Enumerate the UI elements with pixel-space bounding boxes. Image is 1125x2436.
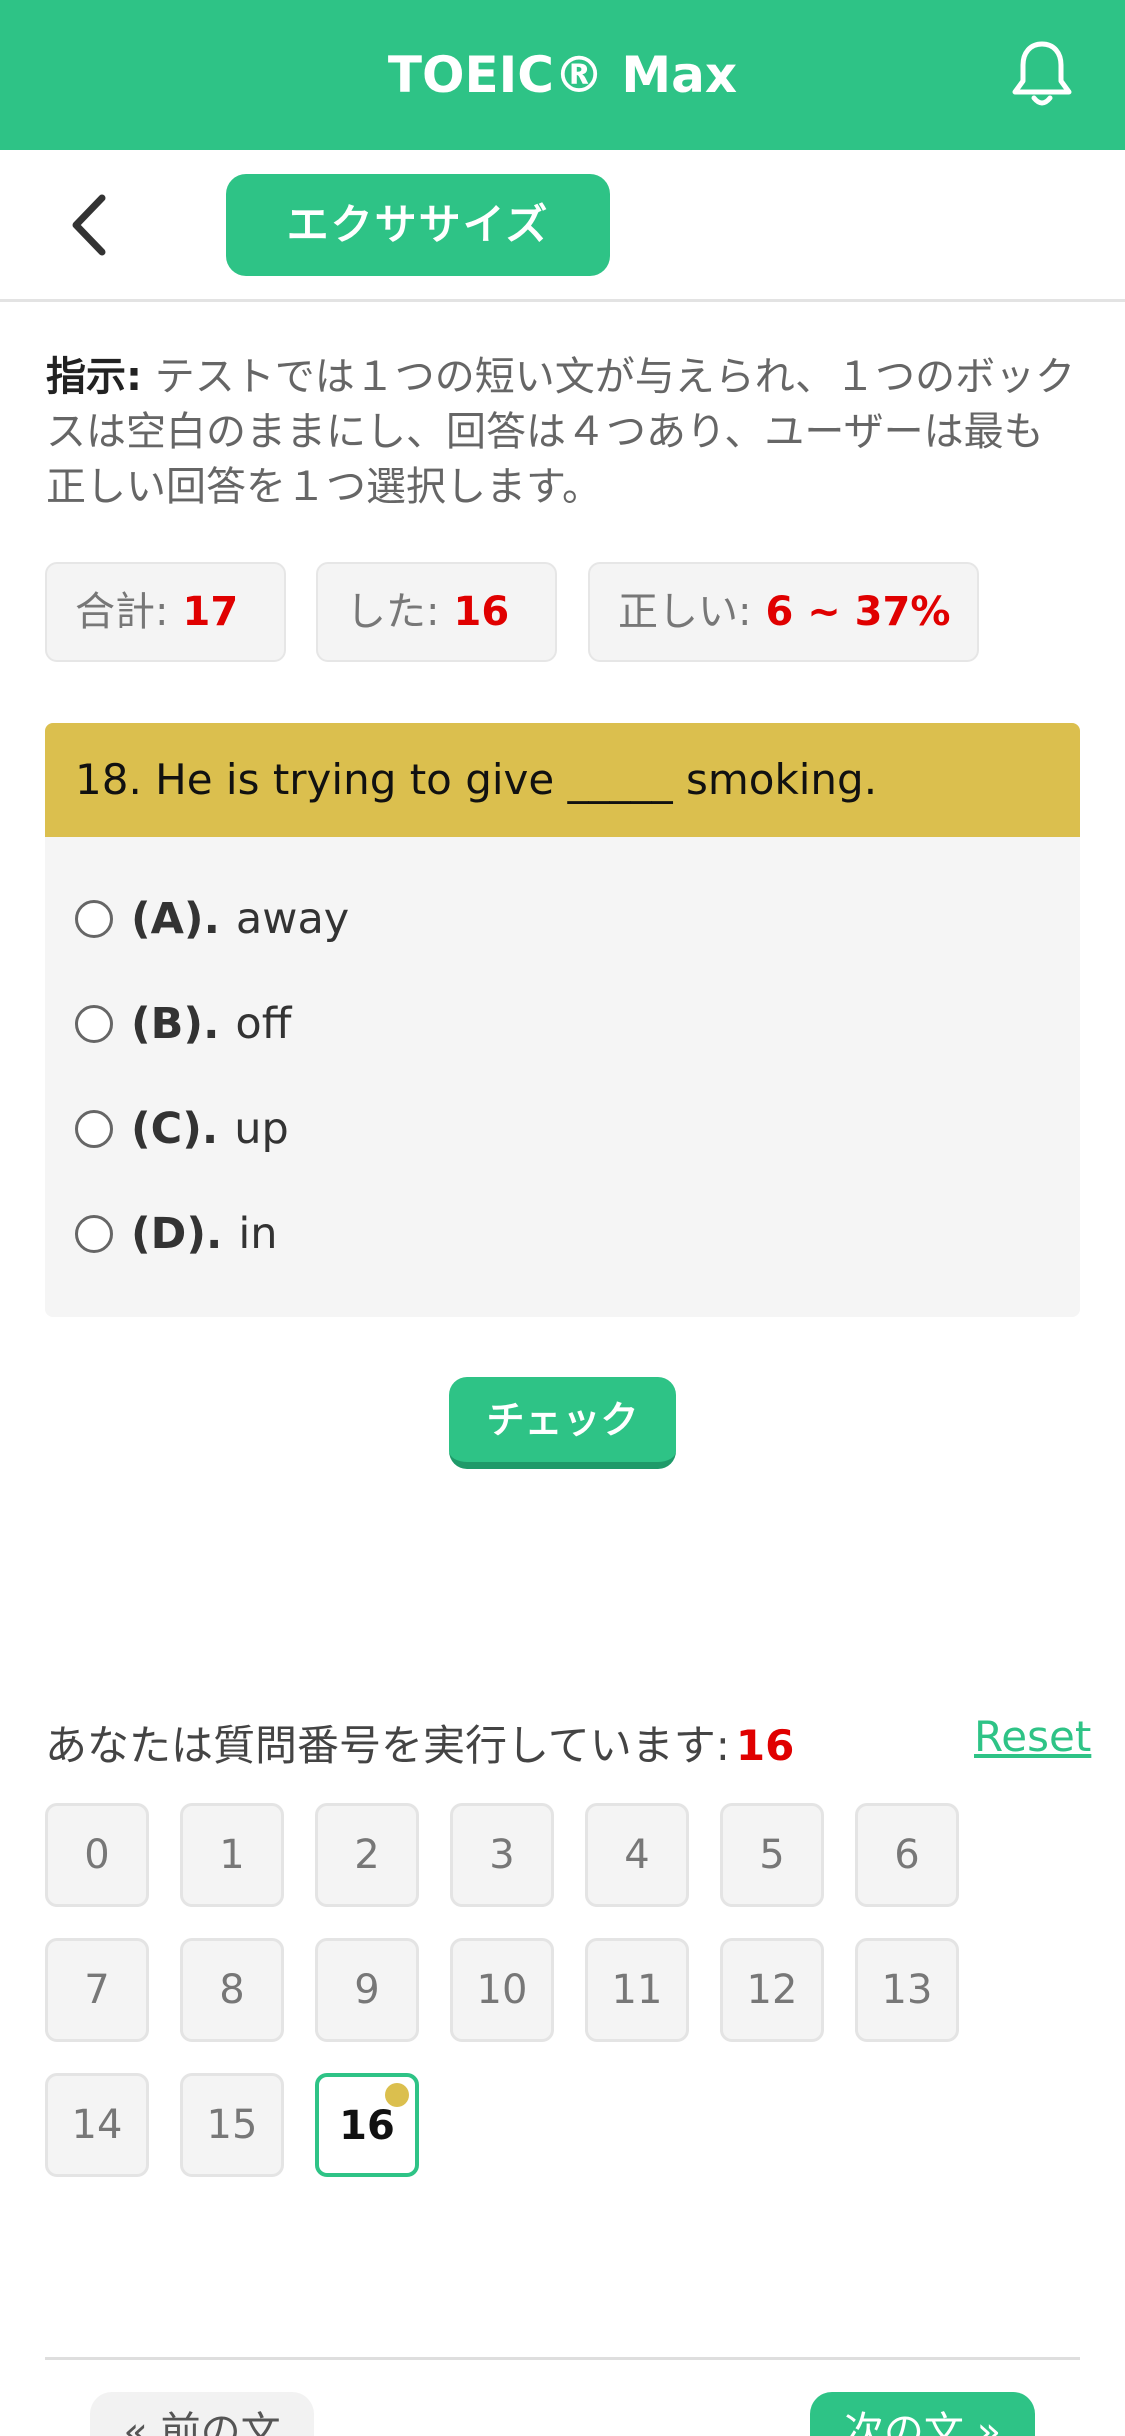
stat-total-value: 17 — [182, 589, 239, 635]
question-number-button[interactable]: 13 — [855, 1938, 959, 2042]
stat-correct-label: 正しい: — [618, 589, 752, 635]
option-letter: (A). — [131, 894, 220, 944]
bell-icon[interactable] — [1004, 36, 1080, 112]
instructions-label: 指示: — [46, 354, 142, 400]
option-letter: (B). — [131, 999, 220, 1049]
question-number-button[interactable]: 4 — [585, 1803, 689, 1907]
question-number-button[interactable]: 15 — [180, 2073, 284, 2177]
option-d[interactable]: (D). in — [75, 1204, 278, 1264]
question-number-button[interactable]: 5 — [720, 1803, 824, 1907]
sub-navigation: エクササイズ — [0, 150, 1125, 302]
instructions-text: テストでは１つの短い文が与えられ、１つのボックスは空白のままにし、回答は４つあり… — [46, 354, 1076, 510]
radio-button[interactable] — [75, 1110, 113, 1148]
question-number-button[interactable]: 12 — [720, 1938, 824, 2042]
progress-label: あなたは質問番号を実行しています: — [45, 1721, 730, 1770]
radio-button[interactable] — [75, 1215, 113, 1253]
stat-done-label: した: — [346, 589, 440, 635]
tab-exercise[interactable]: エクササイズ — [226, 174, 610, 276]
question-number-button[interactable]: 8 — [180, 1938, 284, 2042]
option-text: off — [235, 999, 292, 1049]
stat-correct: 正しい: 6 ~ 37% — [588, 562, 979, 662]
option-b[interactable]: (B). off — [75, 994, 291, 1054]
stat-total-label: 合計: — [75, 589, 169, 635]
radio-button[interactable] — [75, 1005, 113, 1043]
check-button[interactable]: チェック — [449, 1377, 676, 1469]
stat-done: した: 16 — [316, 562, 557, 662]
option-letter: (C). — [131, 1104, 219, 1154]
chevron-left-icon[interactable] — [62, 190, 122, 260]
option-text: up — [234, 1104, 289, 1154]
question-number-button-current[interactable]: 16 — [315, 2073, 419, 2177]
option-a[interactable]: (A). away — [75, 889, 349, 949]
question-number-button[interactable]: 6 — [855, 1803, 959, 1907]
app-title: TOEIC® Max — [387, 46, 738, 104]
question-number-button[interactable]: 1 — [180, 1803, 284, 1907]
previous-sentence-button[interactable]: « 前の文 — [90, 2392, 314, 2436]
divider — [45, 2357, 1080, 2360]
question-number-button[interactable]: 9 — [315, 1938, 419, 2042]
stat-total: 合計: 17 — [45, 562, 286, 662]
stat-correct-value: 6 ~ 37% — [765, 589, 951, 635]
option-letter: (D). — [131, 1209, 223, 1259]
option-c[interactable]: (C). up — [75, 1099, 289, 1159]
question-number-button[interactable]: 2 — [315, 1803, 419, 1907]
current-marker-dot — [385, 2083, 409, 2107]
question-number-label: 16 — [339, 2103, 395, 2149]
option-text: away — [235, 894, 350, 944]
question-card: 18. He is trying to give _____ smoking. … — [45, 723, 1080, 1317]
instructions: 指示: テストでは１つの短い文が与えられ、１つのボックスは空白のままにし、回答は… — [46, 350, 1076, 515]
question-number-button[interactable]: 3 — [450, 1803, 554, 1907]
question-number-button[interactable]: 14 — [45, 2073, 149, 2177]
question-number-button[interactable]: 10 — [450, 1938, 554, 2042]
reset-link[interactable]: Reset — [974, 1712, 1091, 1761]
stat-done-value: 16 — [453, 589, 510, 635]
app-header: TOEIC® Max — [0, 0, 1125, 150]
option-text: in — [238, 1209, 278, 1259]
radio-button[interactable] — [75, 900, 113, 938]
progress-indicator: あなたは質問番号を実行しています: 16 — [45, 1712, 794, 1773]
question-number-button[interactable]: 0 — [45, 1803, 149, 1907]
next-sentence-button[interactable]: 次の文 » — [810, 2392, 1035, 2436]
progress-current: 16 — [735, 1721, 795, 1770]
question-number-button[interactable]: 7 — [45, 1938, 149, 2042]
question-number-button[interactable]: 11 — [585, 1938, 689, 2042]
question-text: 18. He is trying to give _____ smoking. — [45, 723, 1080, 837]
